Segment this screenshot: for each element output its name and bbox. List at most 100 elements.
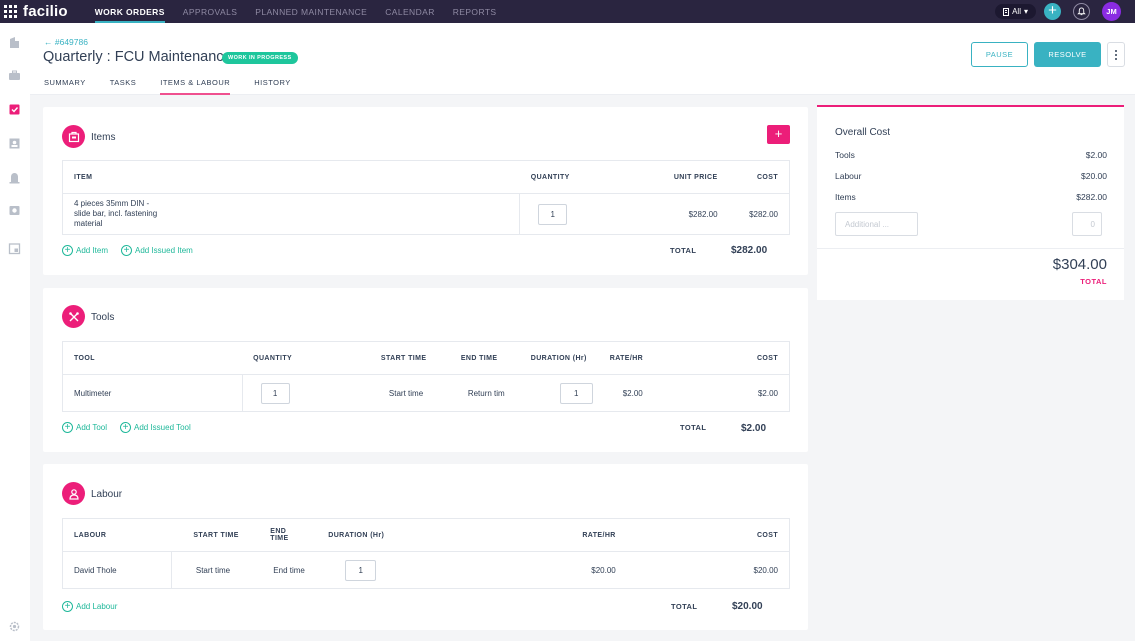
add-issued-tool-link[interactable]: + Add Issued Tool: [120, 422, 191, 433]
col-end-time: END TIME: [449, 341, 520, 375]
camera-icon[interactable]: [8, 204, 21, 217]
col-end-time: END TIME: [259, 518, 318, 552]
tab-tasks[interactable]: TASKS: [110, 78, 137, 92]
col-cost: COST: [669, 341, 790, 375]
tools-icon: [62, 305, 85, 328]
quick-add-button[interactable]: +: [1044, 3, 1061, 20]
calendar-icon[interactable]: [8, 242, 21, 255]
labour-title: Labour: [91, 489, 123, 500]
briefcase-icon[interactable]: [8, 69, 21, 82]
add-tool-link[interactable]: + Add Tool: [62, 422, 107, 433]
workorder-icon[interactable]: [8, 103, 21, 116]
col-duration: DURATION (Hr): [317, 518, 477, 552]
tool-start-time-input[interactable]: Start time: [369, 374, 450, 412]
nav-tab-reports[interactable]: REPORTS: [444, 0, 506, 23]
detail-tabs: SUMMARY TASKS ITEMS & LABOUR HISTORY: [44, 78, 291, 95]
tools-card: Tools TOOL QUANTITY START TIME END TIME …: [43, 288, 808, 452]
building-icon[interactable]: [8, 36, 21, 49]
items-icon: [62, 125, 85, 148]
overall-cost-card: Overall Cost Tools $2.00 Labour $20.00 I…: [817, 105, 1124, 300]
col-rate: RATE/HR: [605, 341, 670, 375]
plus-circle-icon: +: [62, 601, 73, 612]
item-cost: $282.00: [717, 193, 790, 235]
tool-end-time-input[interactable]: Return tim: [449, 374, 520, 412]
items-table: ITEM QUANTITY UNIT PRICE COST 4 pieces 3…: [61, 160, 790, 235]
notifications-bell-icon[interactable]: [1073, 3, 1090, 20]
add-labour-link[interactable]: + Add Labour: [62, 601, 117, 612]
app-grid-icon[interactable]: [4, 5, 17, 18]
cost-row-labour: Labour $20.00: [835, 171, 1107, 181]
building-small-icon: [1003, 7, 1010, 16]
nav-tab-work-orders[interactable]: WORK ORDERS: [86, 0, 174, 23]
items-total-value: $282.00: [731, 245, 768, 256]
labour-start-time-input[interactable]: Start time: [171, 551, 260, 589]
tab-summary[interactable]: SUMMARY: [44, 78, 86, 92]
labour-icon: [62, 482, 85, 505]
pause-button[interactable]: PAUSE: [971, 42, 1028, 67]
tool-name: Multimeter: [62, 374, 243, 412]
app-logo[interactable]: facilio: [23, 3, 68, 20]
tools-table: TOOL QUANTITY START TIME END TIME DURATI…: [62, 341, 790, 412]
items-card: Items + ITEM QUANTITY UNIT PRICE COST 4 …: [43, 107, 808, 275]
add-item-plus-button[interactable]: +: [767, 125, 790, 144]
more-options-button[interactable]: [1107, 42, 1125, 67]
table-row: 4 pieces 35mm DIN - slide bar, incl. fas…: [61, 193, 790, 235]
plus-circle-icon: +: [62, 245, 73, 256]
labour-duration-input[interactable]: 1: [345, 559, 377, 581]
site-select-label: All: [1012, 7, 1021, 16]
tool-cost: $2.00: [669, 374, 790, 412]
overall-cost-title: Overall Cost: [835, 127, 891, 138]
tool-duration-cell: 1: [519, 374, 606, 412]
col-labour: LABOUR: [62, 518, 172, 552]
items-title: Items: [91, 132, 116, 143]
tab-items-labour[interactable]: ITEMS & LABOUR: [160, 78, 231, 95]
table-row: David Thole Start time End time 1 $20.00…: [62, 551, 790, 589]
tab-history[interactable]: HISTORY: [254, 78, 291, 92]
nav-tab-approvals[interactable]: APPROVALS: [174, 0, 246, 23]
grand-total-value: $304.00: [1052, 256, 1107, 273]
labour-table: LABOUR START TIME END TIME DURATION (Hr)…: [62, 518, 790, 589]
status-badge: WORK IN PROGRESS: [222, 52, 298, 64]
additional-cost-value-input[interactable]: 0: [1072, 212, 1102, 236]
table-row: Multimeter 1 Start time Return tim 1 $2.…: [62, 374, 790, 412]
grand-total-label: TOTAL: [1080, 277, 1107, 286]
col-quantity: QUANTITY: [519, 160, 630, 194]
back-link[interactable]: ← #649786: [44, 37, 88, 47]
contacts-icon[interactable]: [8, 137, 21, 150]
col-start-time: START TIME: [369, 341, 450, 375]
tool-duration-input[interactable]: 1: [559, 382, 593, 404]
tools-title: Tools: [91, 312, 115, 323]
plus-circle-icon: +: [121, 245, 132, 256]
nav-tab-planned-maintenance[interactable]: PLANNED MAINTENANCE: [246, 0, 376, 23]
tool-quantity-input[interactable]: 1: [260, 382, 290, 404]
nav-tab-calendar[interactable]: CALENDAR: [376, 0, 444, 23]
user-avatar[interactable]: JM: [1102, 2, 1121, 21]
settings-icon[interactable]: [8, 620, 21, 633]
col-item: ITEM: [61, 160, 520, 194]
labour-total-label: TOTAL: [671, 602, 698, 611]
item-quantity-input[interactable]: 1: [538, 203, 568, 225]
add-item-link[interactable]: + Add Item: [62, 245, 108, 256]
labour-cost: $20.00: [626, 551, 790, 589]
item-quantity-cell: 1: [519, 193, 630, 235]
add-issued-item-link[interactable]: + Add Issued Item: [121, 245, 193, 256]
labour-end-time-input[interactable]: End time: [259, 551, 318, 589]
site-select[interactable]: All ▾: [995, 4, 1036, 19]
labour-name: David Thole: [62, 551, 172, 589]
col-cost: COST: [717, 160, 790, 194]
additional-cost-name-input[interactable]: Additional ...: [835, 212, 918, 236]
labour-rate: $20.00: [477, 551, 627, 589]
items-total-label: TOTAL: [670, 246, 697, 255]
col-start-time: START TIME: [171, 518, 260, 552]
alarm-icon[interactable]: [8, 171, 21, 184]
item-name-cell: 4 pieces 35mm DIN - slide bar, incl. fas…: [61, 193, 521, 235]
divider: [817, 248, 1124, 249]
col-quantity: QUANTITY: [242, 341, 370, 375]
tools-total-value: $2.00: [741, 423, 767, 434]
tool-quantity-cell: 1: [242, 374, 370, 412]
labour-total-value: $20.00: [732, 601, 763, 612]
top-navbar: facilio WORK ORDERS APPROVALS PLANNED MA…: [0, 0, 1135, 23]
cost-row-items: Items $282.00: [835, 192, 1107, 202]
labour-card: Labour LABOUR START TIME END TIME DURATI…: [43, 464, 808, 630]
resolve-button[interactable]: RESOLVE: [1034, 42, 1101, 67]
